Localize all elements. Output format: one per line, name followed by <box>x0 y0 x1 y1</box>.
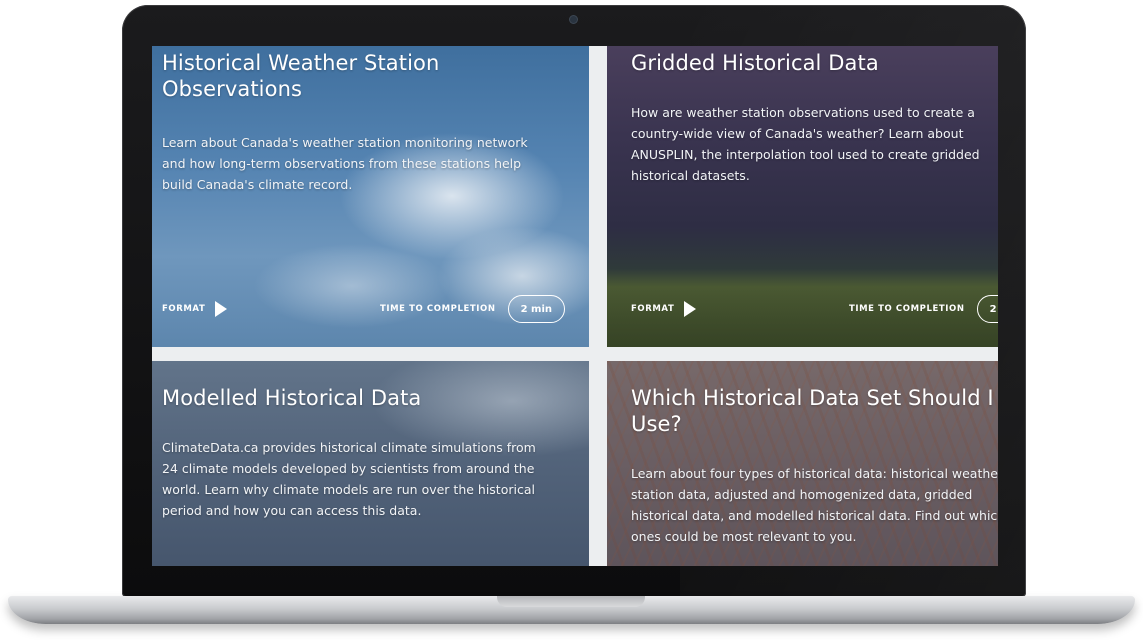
card-title-line: Historical Weather Station <box>162 51 440 75</box>
card-title: Historical Weather Station Observations <box>162 50 439 102</box>
card-description: How are weather station observations use… <box>631 102 980 186</box>
card-which-historical-data-set[interactable]: Which Historical Data Set Should I Use? … <box>607 361 998 566</box>
format-label: FORMAT <box>631 304 675 314</box>
play-icon[interactable] <box>215 301 228 317</box>
play-icon[interactable] <box>684 301 697 317</box>
card-description-line: 24 climate models developed by scientist… <box>162 461 535 476</box>
card-description-line: ones could be most relevant to you. <box>631 529 857 544</box>
card-description-line: historical data, and modelled historical… <box>631 508 998 523</box>
time-to-completion-label: TIME TO COMPLETION <box>848 304 965 314</box>
time-badge: 2 min <box>507 295 565 323</box>
screen: Historical Weather Station Observations … <box>152 46 998 566</box>
card-title: Gridded Historical Data <box>631 50 879 76</box>
time-to-completion-label: TIME TO COMPLETION <box>379 304 496 314</box>
card-gridded-historical-data[interactable]: Gridded Historical Data How are weather … <box>607 46 998 347</box>
card-description: Learn about four types of historical dat… <box>631 463 998 547</box>
card-description-line: historical datasets. <box>631 168 750 183</box>
card-description-line: ANUSPLIN, the interpolation tool used to… <box>631 147 980 162</box>
card-title-line: Modelled Historical Data <box>162 386 422 410</box>
card-description-line: build Canada's climate record. <box>162 177 353 192</box>
card-description-line: world. Learn why climate models are run … <box>162 482 535 497</box>
card-modelled-historical-data[interactable]: Modelled Historical Data ClimateData.ca … <box>152 361 589 566</box>
card-description-line: period and how you can access this data. <box>162 503 422 518</box>
card-title: Modelled Historical Data <box>162 385 421 411</box>
card-title-line: Observations <box>162 77 303 101</box>
card-title-line: Use? <box>631 412 682 436</box>
card-description-line: Learn about four types of historical dat… <box>631 466 998 481</box>
card-description: ClimateData.ca provides historical clima… <box>162 437 536 521</box>
card-footer: FORMAT TIME TO COMPLETION 2 min <box>631 295 998 323</box>
card-title-line: Gridded Historical Data <box>631 51 879 75</box>
card-description-line: and how long-term observations from thes… <box>162 156 522 171</box>
format-label: FORMAT <box>162 304 206 314</box>
time-badge: 2 min <box>976 295 998 323</box>
card-description-line: Learn about Canada's weather station mon… <box>162 135 528 150</box>
card-footer: FORMAT TIME TO COMPLETION 2 min <box>162 295 589 323</box>
card-description: Learn about Canada's weather station mon… <box>162 132 528 195</box>
card-description-line: country-wide view of Canada's weather? L… <box>631 126 964 141</box>
card-historical-weather-station-observations[interactable]: Historical Weather Station Observations … <box>152 46 589 347</box>
card-description-line: station data, adjusted and homogenized d… <box>631 487 973 502</box>
card-description-line: ClimateData.ca provides historical clima… <box>162 440 536 455</box>
webcam <box>570 16 577 23</box>
card-title-line: Which Historical Data Set Should I <box>631 386 994 410</box>
card-description-line: How are weather station observations use… <box>631 105 975 120</box>
laptop-notch <box>497 596 645 607</box>
card-title: Which Historical Data Set Should I Use? <box>631 385 994 437</box>
